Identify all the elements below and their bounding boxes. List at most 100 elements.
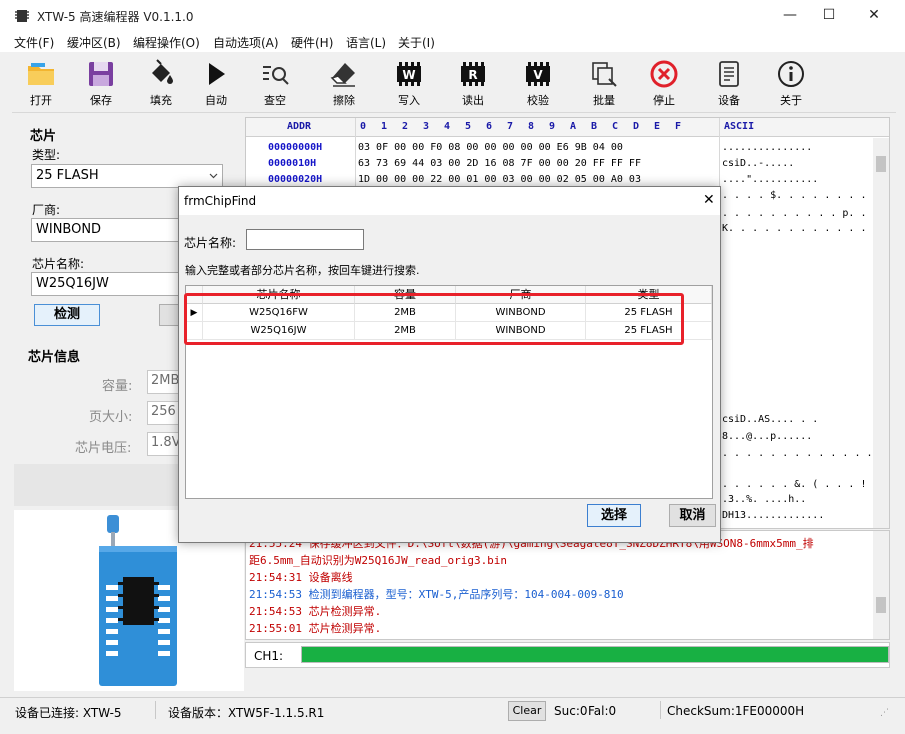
connection-status: 设备已连接: XTW-5 [15, 706, 122, 720]
write-button[interactable]: W 写入 [383, 56, 435, 112]
chevron-down-icon [209, 173, 218, 179]
menu-language[interactable]: 语言(L) [346, 34, 386, 51]
maximize-button[interactable]: ☐ [806, 0, 852, 32]
voltage-label: 芯片电压: [75, 441, 132, 456]
hex-col-a: A [570, 121, 577, 132]
save-button[interactable]: 保存 [75, 56, 127, 112]
hex-row-addr: 00000000H [268, 142, 323, 153]
toolbar: 打开 保存 填充 自动 查空 擦除 W 写入 R 读出 V 校验 批量 停止 设… [12, 53, 896, 113]
type-label: 类型: [32, 148, 61, 162]
menu-hardware[interactable]: 硬件(H) [291, 34, 333, 51]
hex-col-5: 5 [465, 121, 472, 132]
dialog-title-bar: frmChipFind ✕ [179, 187, 720, 215]
dialog-title: frmChipFind [184, 194, 257, 208]
log-scroll-thumb[interactable] [876, 597, 886, 613]
menu-about[interactable]: 关于(I) [398, 34, 435, 51]
checksum: CheckSum:1FE00000H [667, 704, 805, 718]
log-panel[interactable]: 21:55:24 保存缓冲区到文件：D:\Soft\数据(游)\gaming\S… [245, 530, 890, 640]
menu-buffer[interactable]: 缓冲区(B) [67, 34, 121, 51]
hex-row-addr: 0000010H [268, 158, 317, 169]
title-bar: XTW-5 高速编程器 V0.1.1.0 — ☐ ✕ [0, 0, 905, 32]
log-line: 21:54:31 设备离线 [249, 571, 353, 584]
select-button[interactable]: 选择 [587, 504, 641, 527]
hex-col-0: 0 [360, 121, 367, 132]
menu-program-ops[interactable]: 编程操作(O) [133, 34, 200, 51]
hex-col-4: 4 [444, 121, 451, 132]
ch1-label: CH1: [254, 649, 284, 663]
menu-auto-options[interactable]: 自动选项(A) [213, 34, 279, 51]
capacity-label: 容量: [102, 379, 133, 394]
menu-bar: 文件(F) 缓冲区(B) 编程操作(O) 自动选项(A) 硬件(H) 语言(L)… [0, 32, 905, 52]
log-line: 距6.5mm_自动识别为W25Q16JW_read_orig3.bin [249, 554, 508, 567]
floppy-disk-icon [89, 62, 113, 86]
dialog-search-label: 芯片名称: [184, 236, 237, 250]
hex-col-c: C [612, 121, 619, 132]
hex-ascii-header: ASCII [724, 121, 755, 132]
close-window-button[interactable]: ✕ [851, 0, 897, 32]
hex-scrollbar[interactable] [873, 138, 889, 528]
auto-button[interactable]: 自动 [190, 56, 242, 112]
hex-col-e: E [654, 121, 661, 132]
log-scrollbar[interactable] [873, 531, 889, 639]
detect-button[interactable]: 检测 [34, 304, 100, 326]
status-bar: 设备已连接: XTW-5 设备版本：XTW5F-1.1.5.R1 Clear S… [0, 697, 905, 734]
batch-button[interactable]: 批量 [578, 56, 630, 112]
ch1-progress-fill [302, 647, 888, 662]
menu-file[interactable]: 文件(F) [14, 34, 54, 51]
hex-scroll-thumb[interactable] [876, 156, 886, 172]
device-version: 设备版本：XTW5F-1.1.5.R1 [168, 706, 325, 720]
hex-row-bytes: 1D 00 00 00 22 00 01 00 03 00 00 02 05 0… [358, 174, 641, 185]
hex-col-8: 8 [528, 121, 535, 132]
log-line: 21:55:01 芯片检测异常. [249, 622, 382, 635]
hex-col-9: 9 [549, 121, 556, 132]
fill-button[interactable]: 填充 [135, 56, 187, 112]
chip-find-dialog: frmChipFind ✕ 芯片名称: 输入完整或者部分芯片名称，按回车键进行搜… [178, 186, 721, 543]
type-select[interactable]: 25 FLASH [31, 164, 223, 188]
vendor-label: 厂商: [32, 203, 61, 217]
cancel-button[interactable]: 取消 [669, 504, 716, 527]
hex-row-ascii: ...."........... [722, 174, 819, 185]
dialog-search-input[interactable] [246, 229, 364, 250]
hex-row-ascii: csiD..-..... [722, 158, 795, 169]
hex-ascii-fragment: . . . . . . &. ( . . . ! . . [722, 479, 890, 490]
search-blank-icon [263, 66, 289, 85]
verify-button[interactable]: V 校验 [512, 56, 564, 112]
hex-ascii-fragment: K. . . . . . . . . . . . . . . [722, 223, 890, 234]
hex-row-bytes: 03 0F 00 00 F0 08 00 00 00 00 00 E6 9B 0… [358, 142, 623, 153]
device-button[interactable]: 设备 [703, 56, 755, 112]
folder-open-icon [28, 63, 54, 85]
log-line: 21:54:53 芯片检测异常. [249, 605, 382, 618]
about-button[interactable]: 关于 [765, 56, 817, 112]
write-chip-icon: W [397, 62, 421, 86]
resize-grip-icon[interactable]: ⋰ [880, 708, 889, 718]
svg-text:V: V [533, 68, 543, 82]
open-button[interactable]: 打开 [15, 56, 67, 112]
hex-ascii-fragment: csiD..AS.... . . [722, 414, 819, 425]
success-count: Suc:0 [554, 704, 588, 718]
fail-count: Fal:0 [588, 704, 617, 718]
hex-ascii-fragment: .3..%. ....h.. [722, 494, 807, 505]
chip-name-label: 芯片名称: [32, 257, 85, 271]
hex-ascii-fragment: DH13............. [722, 510, 825, 521]
hex-addr-header: ADDR [287, 121, 312, 132]
hex-col-1: 1 [381, 121, 388, 132]
blank-check-button[interactable]: 查空 [249, 56, 301, 112]
play-icon [209, 63, 225, 85]
ch1-progress-bar [301, 646, 889, 663]
hex-col-b: B [591, 121, 598, 132]
page-size-label: 页大小: [89, 410, 133, 425]
read-button[interactable]: R 读出 [447, 56, 499, 112]
hex-col-7: 7 [507, 121, 514, 132]
device-icon [719, 61, 739, 87]
erase-button[interactable]: 擦除 [318, 56, 370, 112]
stop-button[interactable]: 停止 [638, 56, 690, 112]
hex-row-bytes: 63 73 69 44 03 00 2D 16 08 7F 00 00 20 F… [358, 158, 641, 169]
hex-row-addr: 00000020H [268, 174, 323, 185]
dialog-close-icon[interactable]: ✕ [703, 192, 715, 208]
log-line: 21:54:53 检测到编程器，型号：XTW-5,产品序列号：104-004-0… [249, 588, 624, 601]
hex-ascii-fragment: 8...@...p...... [722, 431, 813, 442]
ch1-progress-row: CH1: [245, 642, 890, 668]
hex-col-6: 6 [486, 121, 493, 132]
clear-button[interactable]: Clear [508, 701, 546, 721]
read-chip-icon: R [461, 62, 485, 86]
